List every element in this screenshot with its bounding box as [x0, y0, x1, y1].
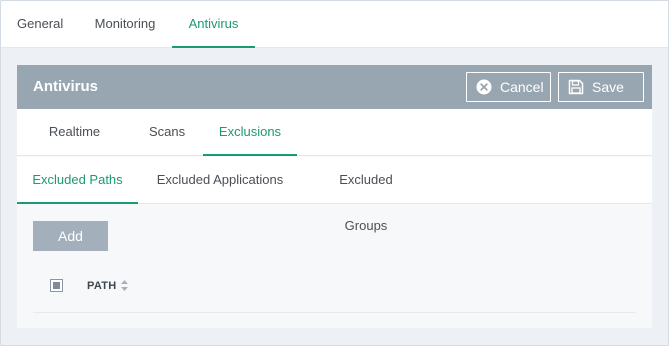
- top-tab-bar: General Monitoring Antivirus: [1, 1, 668, 48]
- tab-antivirus[interactable]: Antivirus: [172, 1, 255, 48]
- tab-exclusions[interactable]: Exclusions: [203, 109, 297, 156]
- cancel-label: Cancel: [500, 79, 544, 95]
- antivirus-panel: Antivirus Cancel Save Realtime Scan Scan…: [17, 65, 652, 328]
- column-header-path[interactable]: PATH: [87, 277, 117, 295]
- cancel-button[interactable]: Cancel: [466, 72, 551, 102]
- sort-icon[interactable]: [120, 279, 129, 292]
- close-circle-icon: [476, 79, 492, 95]
- select-all-checkbox[interactable]: [50, 279, 63, 292]
- tab-excluded-groups[interactable]: Excluded Groups: [317, 157, 415, 233]
- save-button[interactable]: Save: [558, 72, 644, 102]
- add-button[interactable]: Add: [33, 221, 108, 251]
- panel-title: Antivirus: [33, 78, 99, 95]
- tab-monitoring[interactable]: Monitoring: [93, 1, 157, 48]
- tab-excluded-applications[interactable]: Excluded Applications: [156, 157, 284, 204]
- floppy-disk-icon: [568, 79, 584, 95]
- sub-tab-bar: Realtime Scan Scans Exclusions: [17, 109, 652, 185]
- panel-header: Antivirus Cancel Save: [17, 65, 652, 109]
- save-label: Save: [592, 79, 624, 95]
- inner-tab-bar: Excluded Paths Excluded Applications Exc…: [17, 157, 652, 233]
- table-divider: [33, 312, 636, 313]
- tab-scans[interactable]: Scans: [149, 109, 185, 156]
- tab-excluded-paths[interactable]: Excluded Paths: [17, 157, 138, 204]
- tab-realtime-scan[interactable]: Realtime Scan: [33, 109, 116, 185]
- tab-general[interactable]: General: [17, 1, 63, 48]
